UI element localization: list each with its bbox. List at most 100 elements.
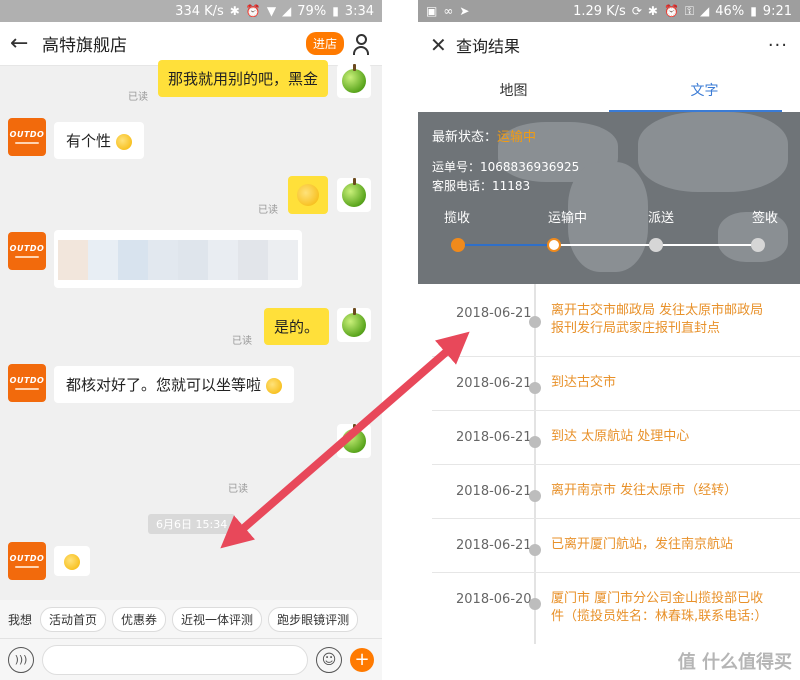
plus-icon[interactable]: + <box>350 647 374 672</box>
quick-chip-activity[interactable]: 活动首页 <box>40 606 107 632</box>
timeline-text: 离开南京市 发往太原市（经转） <box>551 483 738 498</box>
input-bar: ))) ☺ + <box>0 638 382 680</box>
message-input[interactable] <box>42 644 308 675</box>
incoming-message[interactable]: 有个性 <box>54 122 144 159</box>
network-speed: 1.29 K/s <box>573 3 626 19</box>
timeline-dot <box>529 316 541 328</box>
enter-shop-button[interactable]: 进店 <box>305 32 344 55</box>
wifi-icon: ▼ <box>266 4 277 18</box>
emoji-icon <box>265 377 282 394</box>
timeline-text: 离开古交市邮政局 发往太原市邮政局报刊发行局武家庄报刊直封点 <box>551 303 764 336</box>
user-avatar[interactable] <box>337 424 371 458</box>
back-arrow-icon[interactable]: ← <box>10 31 42 56</box>
progress-track <box>458 244 554 246</box>
status-bar: ▣ ∞ ➤ 1.29 K/s ⟳ ✱ ⏰ ⚿ ◢ 46% ▮ 9:21 <box>418 0 800 22</box>
incoming-message-text: 都核对好了。您就可以坐等啦 <box>66 376 262 394</box>
timeline-date: 2018-06-21 <box>456 430 532 445</box>
timeline-separator <box>432 464 800 465</box>
shop-avatar[interactable]: OUTDO <box>8 542 46 580</box>
alarm-icon: ⏰ <box>663 4 679 18</box>
progress-step-label: 签收 <box>752 211 779 226</box>
blurred-message[interactable] <box>54 230 302 288</box>
progress-step-dot <box>751 238 765 252</box>
waybill-number: 1068836936925 <box>480 160 580 174</box>
message-list[interactable]: 那我就用别的吧，黑金 已读 OUTDO 有个性 已读 OUTDO 是的。 已读 … <box>0 60 382 600</box>
progress-step-dot <box>451 238 465 252</box>
latest-status-label: 最新状态： <box>432 130 498 145</box>
timeline-date: 2018-06-21 <box>456 376 532 391</box>
timeline-text: 厦门市 厦门市分公司金山揽投部已收件（揽投员姓名：林春珠,联系电话:） <box>551 591 768 624</box>
latest-status: 最新状态：运输中 <box>432 126 536 145</box>
shop-avatar[interactable]: OUTDO <box>8 364 46 402</box>
timeline-separator <box>432 518 800 519</box>
read-status: 已读 <box>232 336 252 347</box>
shop-avatar[interactable]: OUTDO <box>8 232 46 270</box>
status-bar: 334 K/s ✱ ⏰ ▼ ◢ 79% ▮ 3:34 <box>0 0 382 22</box>
timeline-text: 到达古交市 <box>551 375 617 390</box>
timeline-separator <box>432 410 800 411</box>
quick-chip-review[interactable]: 近视一体评测 <box>172 606 263 632</box>
map-land <box>638 112 788 192</box>
timeline-date: 2018-06-21 <box>456 484 532 499</box>
emoji-icon <box>297 184 319 206</box>
close-icon[interactable]: ✕ <box>430 33 456 57</box>
outgoing-message[interactable]: 是的。 <box>264 308 330 345</box>
timeline-dot <box>529 544 541 556</box>
latest-status-value: 运输中 <box>497 130 537 145</box>
user-avatar[interactable] <box>337 64 371 98</box>
shop-avatar[interactable]: OUTDO <box>8 118 46 156</box>
read-status: 已读 <box>228 484 248 495</box>
waybill-row: 运单号：1068836936925 <box>432 158 579 175</box>
incoming-message-text: 有个性 <box>66 132 112 150</box>
outgoing-sticker[interactable] <box>288 176 328 214</box>
timeline-date: 2018-06-21 <box>456 538 532 553</box>
tab-map[interactable]: 地图 <box>418 68 609 112</box>
timeline-text: 已离开厦门航站，发往南京航站 <box>551 537 734 552</box>
network-speed: 334 K/s <box>175 3 224 19</box>
battery-level: 46% <box>715 3 745 19</box>
shop-title: 高特旗舰店 <box>42 36 127 56</box>
read-status: 已读 <box>128 92 148 103</box>
tab-text[interactable]: 文字 <box>609 68 800 112</box>
phone-number: 11183 <box>492 179 531 193</box>
bluetooth-icon: ✱ <box>229 4 240 18</box>
send-icon: ➤ <box>459 4 470 18</box>
battery-level: 79% <box>297 3 327 19</box>
progress-step-dot <box>649 238 663 252</box>
user-profile-icon[interactable] <box>352 33 372 55</box>
timeline-date: 2018-06-21 <box>456 306 532 321</box>
timeline-separator <box>432 356 800 357</box>
quick-chip-coupon[interactable]: 优惠券 <box>112 606 167 632</box>
incoming-message[interactable]: 都核对好了。您就可以坐等啦 <box>54 366 294 403</box>
page-title: 查询结果 <box>456 37 521 56</box>
waybill-label: 运单号： <box>432 160 481 174</box>
battery-saver-icon: ▣ <box>426 4 438 18</box>
alarm-icon: ⏰ <box>245 4 261 18</box>
chat-screen: 334 K/s ✱ ⏰ ▼ ◢ 79% ▮ 3:34 ← 高特旗舰店 进店 那我… <box>0 0 382 680</box>
view-tabs: 地图 文字 <box>418 68 800 112</box>
progress-step-dot <box>547 238 561 252</box>
app-icon: ∞ <box>443 4 454 18</box>
message-timestamp: 6月6日 15:34 <box>148 514 236 534</box>
phone-label: 客服电话： <box>432 179 493 193</box>
more-menu-icon[interactable]: ··· <box>768 35 788 56</box>
progress-step-label: 揽收 <box>444 211 471 226</box>
quick-chip-glasses[interactable]: 跑步眼镜评测 <box>268 606 359 632</box>
avatar-logo: OUTDO <box>9 130 45 139</box>
progress-step-label: 派送 <box>648 211 675 226</box>
timeline-separator <box>432 572 800 573</box>
outgoing-message[interactable]: 那我就用别的吧，黑金 <box>158 60 328 97</box>
user-avatar[interactable] <box>337 178 371 212</box>
bluetooth-icon: ✱ <box>647 4 658 18</box>
timeline-dot <box>529 598 541 610</box>
emoji-picker-icon[interactable]: ☺ <box>316 646 342 673</box>
incoming-message[interactable] <box>54 546 90 576</box>
sync-icon: ⟳ <box>631 4 642 18</box>
user-avatar[interactable] <box>337 308 371 342</box>
voice-icon[interactable]: ))) <box>8 646 34 673</box>
battery-icon: ▮ <box>332 4 339 18</box>
quick-reply-label: 我想 <box>8 612 33 627</box>
read-status: 已读 <box>258 205 278 216</box>
watermark: 值 什么值得买 <box>677 652 792 673</box>
signal-icon: ◢ <box>700 4 710 18</box>
